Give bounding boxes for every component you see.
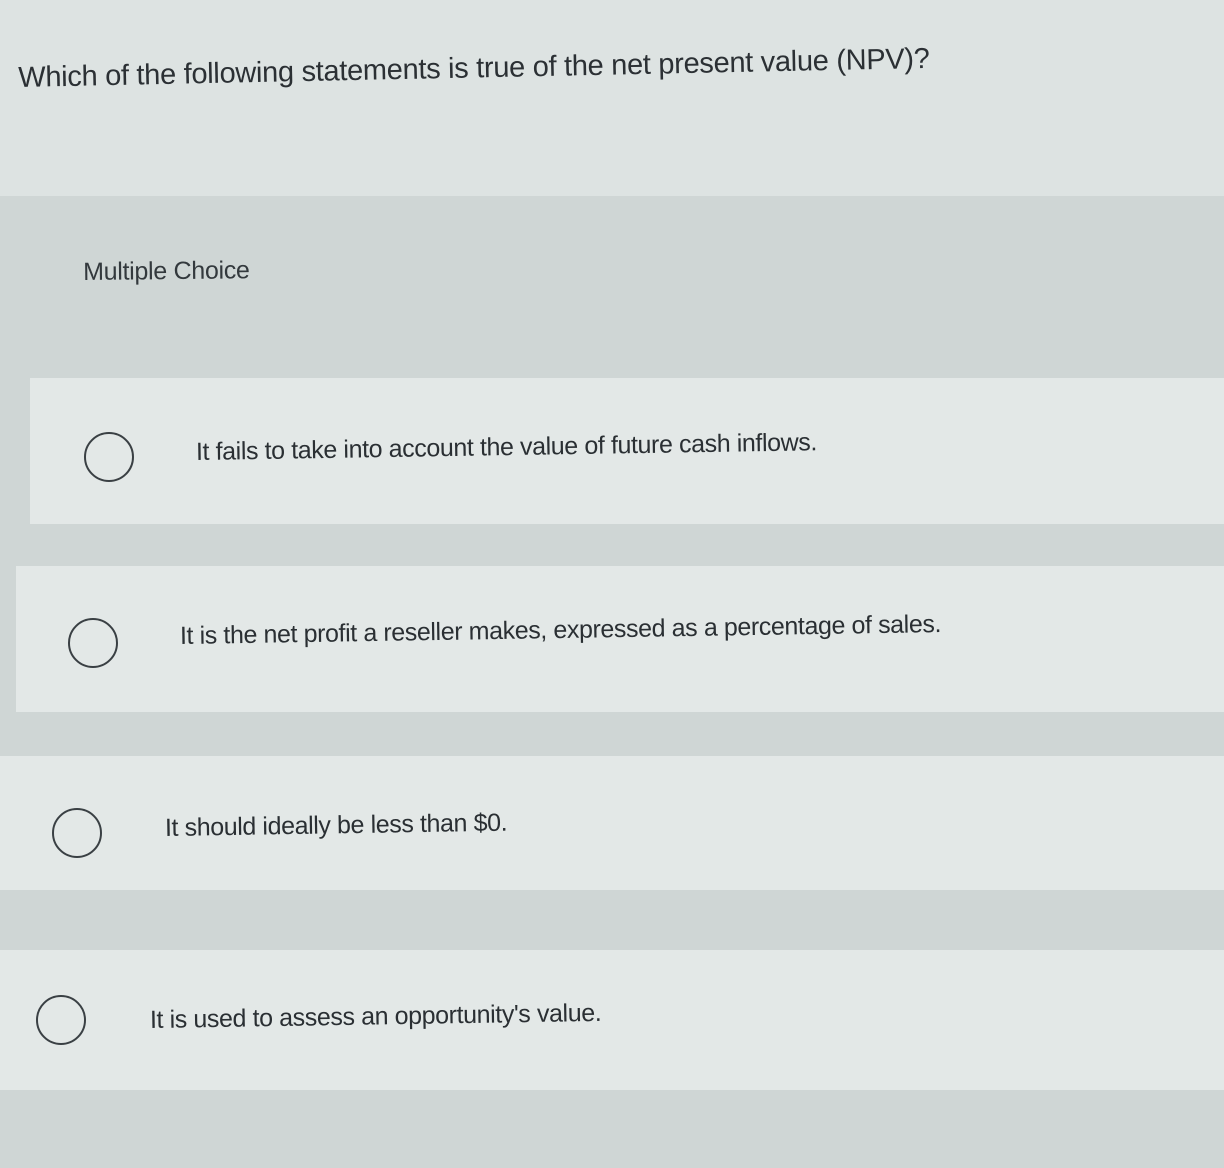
answer-option-text: It should ideally be less than $0. [164,808,508,842]
radio-button-icon[interactable] [68,618,118,668]
question-text: Which of the following statements is tru… [18,42,930,94]
multiple-choice-label: Multiple Choice [83,256,250,286]
answer-option-4[interactable]: It is used to assess an opportunity's va… [0,950,1224,1090]
answer-option-2[interactable]: It is the net profit a reseller makes, e… [16,566,1224,712]
radio-button-icon[interactable] [36,995,86,1045]
answer-option-1[interactable]: It fails to take into account the value … [30,378,1224,524]
answer-option-text: It is the net profit a reseller makes, e… [179,610,942,650]
answer-option-3[interactable]: It should ideally be less than $0. [0,756,1224,890]
radio-button-icon[interactable] [84,432,134,482]
answer-option-text: It is used to assess an opportunity's va… [149,998,602,1034]
radio-button-icon[interactable] [52,808,102,858]
answer-option-text: It fails to take into account the value … [195,428,818,466]
